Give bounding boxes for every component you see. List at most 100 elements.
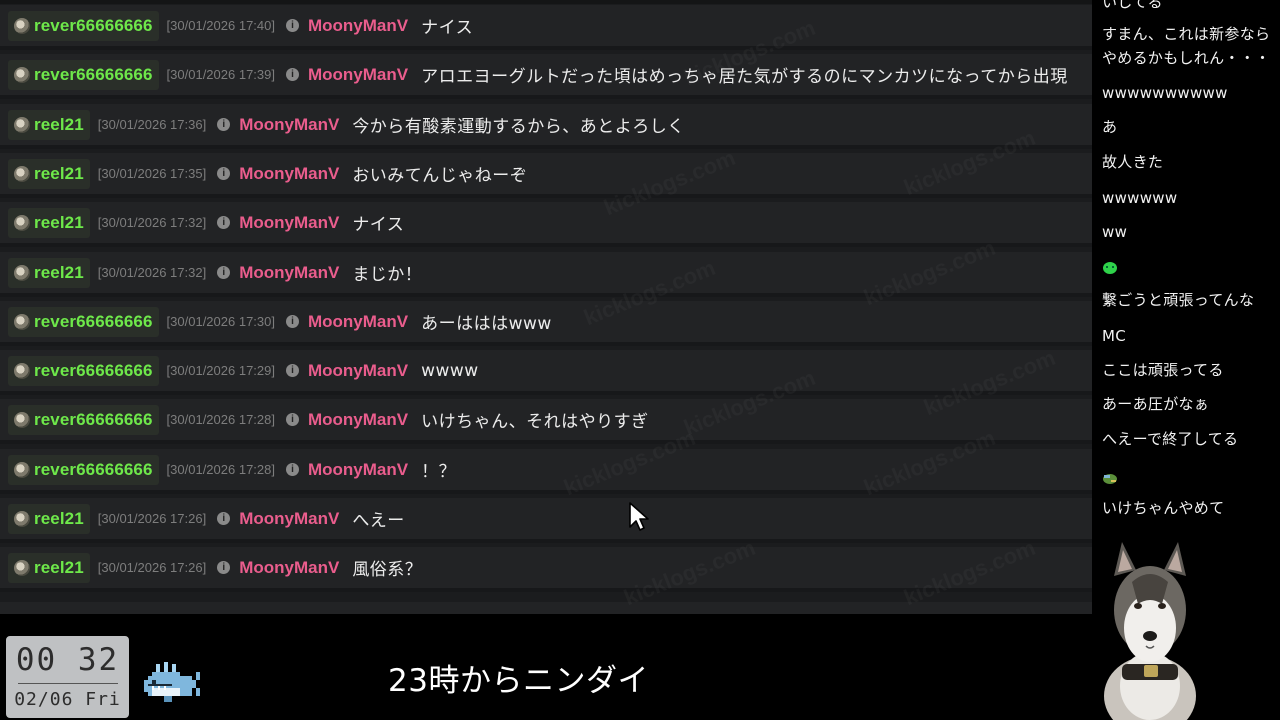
overlay-comment: ww — [1102, 223, 1128, 241]
info-icon[interactable]: i — [285, 19, 299, 32]
streamer-name[interactable]: MoonyManV — [308, 410, 408, 430]
overlay-comment: wwwwwwwwww — [1102, 84, 1228, 102]
ticker-text: 23時からニンダイ — [388, 663, 649, 699]
username-badge[interactable]: reel21 — [8, 503, 90, 534]
user-avatar-icon — [14, 362, 30, 379]
username-badge[interactable]: reel21 — [8, 207, 90, 238]
chat-message-text: あーはははwww — [421, 314, 552, 334]
chat-message-text: wwww — [421, 360, 479, 381]
info-icon[interactable]: i — [217, 512, 231, 525]
chat-message-text: ！？ — [421, 462, 457, 482]
username: reel21 — [34, 262, 84, 282]
message-timestamp: [30/01/2026 17:30] — [166, 314, 275, 329]
info-icon[interactable]: i — [217, 118, 231, 131]
streamer-name[interactable]: MoonyManV — [239, 115, 339, 135]
user-avatar-icon — [14, 116, 30, 133]
user-avatar-icon — [14, 165, 30, 182]
username-badge[interactable]: rever66666666 — [8, 454, 159, 485]
info-icon[interactable]: i — [217, 266, 231, 279]
username-badge[interactable]: rever66666666 — [8, 59, 159, 90]
chat-log-row: rever66666666 [30/01/2026 17:28] i MoonyMan… — [0, 449, 1092, 494]
streamer-name[interactable]: MoonyManV — [239, 558, 339, 578]
chat-message-text: ナイス — [352, 215, 405, 235]
overlay-comment: すまん、これは新参なら — [1102, 25, 1271, 43]
message-timestamp: [30/01/2026 17:28] — [166, 462, 275, 477]
info-icon[interactable]: i — [217, 216, 231, 229]
info-icon[interactable]: i — [217, 561, 231, 574]
user-avatar-icon — [14, 264, 30, 281]
chat-log-row: rever66666666 [30/01/2026 17:40] i MoonyMan… — [0, 5, 1092, 50]
chat-log-row: rever66666666 [30/01/2026 17:28] i MoonyMan… — [0, 399, 1092, 444]
username: rever66666666 — [34, 409, 153, 429]
user-avatar-icon — [14, 313, 30, 330]
chat-log-row: reel21 [30/01/2026 17:36] i MoonyManV 今から有酸素… — [0, 104, 1092, 149]
username-badge[interactable]: reel21 — [8, 158, 90, 189]
chat-message-text: へえー — [352, 511, 405, 531]
streamer-name[interactable]: MoonyManV — [239, 509, 339, 529]
user-avatar-icon — [14, 17, 30, 34]
streamer-name[interactable]: MoonyManV — [239, 263, 339, 283]
clock-time: 00 32 — [15, 642, 120, 678]
streamer-name[interactable]: MoonyManV — [308, 16, 408, 36]
username-badge[interactable]: reel21 — [8, 257, 90, 288]
chat-message-text: まじか！ — [352, 265, 423, 285]
username: rever66666666 — [34, 311, 153, 331]
info-icon[interactable]: i — [285, 364, 299, 377]
bird-emote-icon — [1103, 474, 1117, 484]
overlay-comment-panel: いしてる すまん、これは新参なら やめるかもしれん・・・ wwwwwwwwww あ故人き… — [1092, 0, 1280, 720]
user-avatar-icon — [14, 510, 30, 527]
username-badge[interactable]: rever66666666 — [8, 355, 159, 386]
mouse-pointer-icon — [629, 502, 649, 531]
clock-widget: 00 32 02/06 Fri — [6, 636, 129, 718]
overlay-comment: いしてる — [1102, 0, 1163, 11]
info-icon[interactable]: i — [285, 463, 299, 476]
message-timestamp: [30/01/2026 17:35] — [97, 166, 207, 181]
streamer-name[interactable]: MoonyManV — [308, 312, 408, 332]
message-timestamp: [30/01/2026 17:26] — [97, 560, 207, 575]
user-avatar-icon — [14, 66, 30, 83]
clock-divider — [18, 683, 118, 684]
overlay-comment: やめるかもしれん・・・ — [1102, 49, 1271, 67]
username: reel21 — [34, 557, 84, 577]
message-timestamp: [30/01/2026 17:36] — [97, 117, 207, 132]
streamer-name[interactable]: MoonyManV — [308, 460, 408, 480]
message-timestamp: [30/01/2026 17:28] — [166, 412, 275, 427]
username: reel21 — [34, 212, 84, 232]
chat-message-text: アロエヨーグルトだった頃はめっちゃ居た気がするのにマンカツになってから出現 — [421, 67, 1068, 87]
user-avatar-icon — [14, 559, 30, 576]
chat-log-row: reel21 [30/01/2026 17:32] i MoonyManV まじか！ — [0, 252, 1092, 297]
username-badge[interactable]: reel21 — [8, 552, 90, 583]
chat-log-panel: rever66666666 [30/01/2026 17:40] i MoonyMan… — [0, 0, 1092, 614]
streamer-name[interactable]: MoonyManV — [239, 213, 339, 233]
streamer-name[interactable]: MoonyManV — [308, 361, 408, 381]
message-timestamp: [30/01/2026 17:40] — [166, 18, 275, 33]
username-badge[interactable]: reel21 — [8, 109, 90, 140]
overlay-comment: MC — [1102, 327, 1127, 345]
username-badge[interactable]: rever66666666 — [8, 404, 159, 435]
user-avatar-icon — [14, 214, 30, 231]
user-avatar-icon — [14, 461, 30, 478]
overlay-comment: 故人きた — [1102, 153, 1164, 171]
chat-log-partial-row — [0, 602, 1092, 614]
streamer-name[interactable]: MoonyManV — [308, 65, 408, 85]
info-icon[interactable]: i — [285, 413, 299, 426]
info-icon[interactable]: i — [285, 68, 299, 81]
username: rever66666666 — [34, 15, 153, 35]
info-icon[interactable]: i — [217, 167, 231, 180]
overlay-comment: いけちゃんやめて — [1102, 499, 1225, 517]
chat-log-row: rever66666666 [30/01/2026 17:39] i MoonyMan… — [0, 54, 1092, 99]
username: rever66666666 — [34, 360, 153, 380]
chat-log-row: rever66666666 [30/01/2026 17:30] i MoonyMan… — [0, 301, 1092, 346]
streamer-name[interactable]: MoonyManV — [239, 164, 339, 184]
message-timestamp: [30/01/2026 17:32] — [97, 265, 207, 280]
username: reel21 — [34, 163, 84, 183]
chat-message-text: いけちゃん、それはやりすぎ — [421, 412, 649, 432]
chat-log-row: reel21 [30/01/2026 17:26] i MoonyManV へえー — [0, 498, 1092, 543]
chat-log-row: reel21 [30/01/2026 17:32] i MoonyManV ナイス — [0, 202, 1092, 247]
username-badge[interactable]: rever66666666 — [8, 10, 159, 41]
overlay-comment: ここは頑張ってる — [1102, 361, 1224, 379]
info-icon[interactable]: i — [285, 315, 299, 328]
username: reel21 — [34, 508, 84, 528]
chat-log-row: reel21 [30/01/2026 17:35] i MoonyManV おいみてんじ… — [0, 153, 1092, 198]
username-badge[interactable]: rever66666666 — [8, 306, 159, 337]
